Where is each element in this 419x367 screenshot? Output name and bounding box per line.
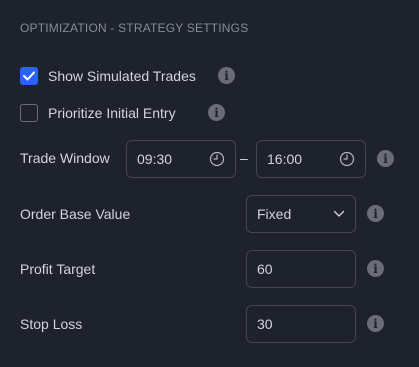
section-title: OPTIMIZATION - STRATEGY SETTINGS: [20, 21, 249, 35]
stop-loss-value: 30: [257, 316, 273, 332]
info-icon[interactable]: i: [367, 315, 384, 332]
profit-target-label: Profit Target: [20, 261, 96, 277]
order-base-value-label: Order Base Value: [20, 206, 131, 222]
clock-icon[interactable]: [339, 151, 355, 167]
trade-window-end-input[interactable]: 16:00: [256, 140, 366, 178]
info-icon[interactable]: i: [377, 150, 394, 167]
profit-target-input[interactable]: 60: [246, 250, 356, 288]
show-simulated-trades-checkbox[interactable]: [20, 67, 38, 85]
order-base-value-select[interactable]: Fixed: [246, 195, 356, 233]
info-icon[interactable]: i: [218, 67, 235, 84]
clock-icon[interactable]: [209, 151, 225, 167]
info-icon[interactable]: i: [208, 104, 225, 121]
checkmark-icon: [23, 71, 35, 81]
prioritize-initial-entry-row[interactable]: Prioritize Initial Entry: [20, 102, 176, 124]
trade-window-separator: –: [240, 150, 248, 166]
prioritize-initial-entry-label: Prioritize Initial Entry: [48, 105, 176, 121]
strategy-settings-panel: OPTIMIZATION - STRATEGY SETTINGS Show Si…: [0, 0, 419, 367]
show-simulated-trades-label: Show Simulated Trades: [48, 68, 196, 84]
show-simulated-trades-row[interactable]: Show Simulated Trades: [20, 65, 196, 87]
prioritize-initial-entry-checkbox[interactable]: [20, 104, 38, 122]
trade-window-start-input[interactable]: 09:30: [126, 140, 236, 178]
chevron-down-icon: [333, 210, 345, 217]
trade-window-end-value: 16:00: [267, 151, 303, 167]
info-icon[interactable]: i: [367, 205, 384, 222]
trade-window-label: Trade Window: [20, 150, 110, 166]
profit-target-value: 60: [257, 261, 273, 277]
info-icon[interactable]: i: [367, 260, 384, 277]
stop-loss-input[interactable]: 30: [246, 305, 356, 343]
stop-loss-label: Stop Loss: [20, 316, 83, 332]
trade-window-start-value: 09:30: [137, 151, 173, 167]
order-base-value-selected: Fixed: [257, 206, 292, 222]
